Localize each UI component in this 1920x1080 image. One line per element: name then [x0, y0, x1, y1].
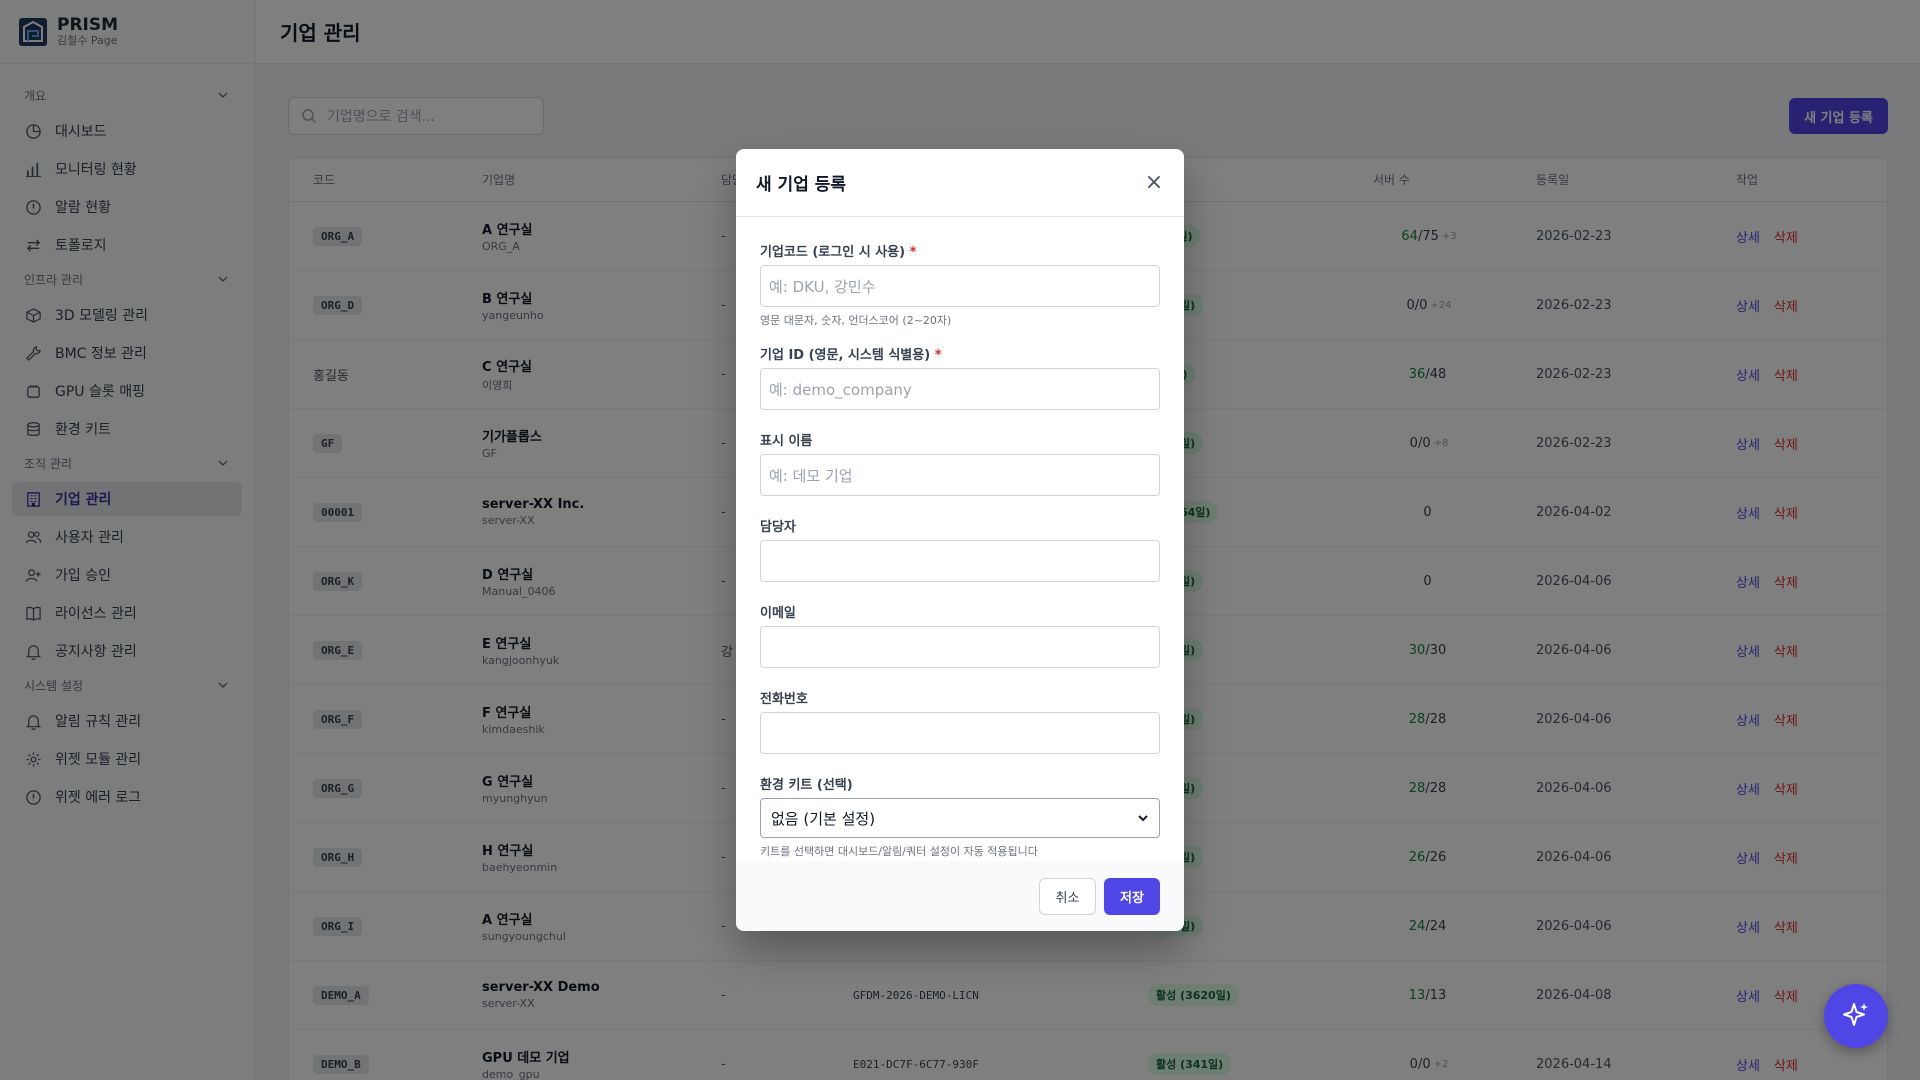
env-kit-select[interactable]: 없음 (기본 설정) [760, 798, 1160, 838]
company-code-hint: 영문 대문자, 숫자, 언더스코어 (2~20자) [760, 314, 952, 327]
id-label: 기업 ID (영문, 시스템 식별용) [760, 348, 931, 363]
env-kit-hint: 키트를 선택하면 대시보드/알림/쿼터 설정이 자동 적용됩니다 [760, 845, 1038, 858]
field-email: 이메일 [760, 602, 1160, 668]
code-label: 기업코드 (로그인 시 사용) [760, 245, 906, 260]
field-company-id: 기업 ID (영문, 시스템 식별용) * 예: demo_company [760, 344, 1160, 410]
required-mark: * [934, 348, 942, 363]
company-code-input[interactable]: 예: DKU, 강민수 [760, 265, 1160, 307]
company-code-placeholder: 예: DKU, 강민수 [769, 277, 876, 296]
phone-input[interactable] [760, 712, 1160, 754]
modal-footer: 취소 저장 [736, 861, 1184, 931]
sparkle-icon [1843, 1003, 1868, 1026]
display-name-label: 표시 이름 [760, 434, 813, 449]
manager-input[interactable] [760, 540, 1160, 582]
cancel-button[interactable]: 취소 [1039, 877, 1096, 915]
field-company-code: 기업코드 (로그인 시 사용) * 예: DKU, 강민수 영문 대문자, 숫자… [760, 241, 1160, 328]
field-phone: 전화번호 [760, 688, 1160, 754]
manager-label: 담당자 [760, 520, 796, 535]
field-env-kit: 환경 키트 (선택) 없음 (기본 설정) 키트를 선택하면 대시보드/알림/쿼… [760, 774, 1160, 859]
close-icon[interactable]: × [1144, 170, 1164, 195]
display-name-input[interactable]: 예: 데모 기업 [760, 454, 1160, 496]
env-kit-value: 없음 (기본 설정) [771, 809, 876, 828]
company-id-input[interactable]: 예: demo_company [760, 368, 1160, 410]
required-mark: * [909, 245, 917, 260]
save-button[interactable]: 저장 [1104, 877, 1160, 915]
modal-header: 새 기업 등록 × [736, 149, 1184, 217]
new-company-modal: 새 기업 등록 × 기업코드 (로그인 시 사용) * 예: DKU, 강민수 … [736, 149, 1184, 931]
modal-title: 새 기업 등록 [756, 175, 847, 195]
env-kit-label: 환경 키트 (선택) [760, 778, 853, 793]
phone-label: 전화번호 [760, 692, 808, 707]
modal-body: 기업코드 (로그인 시 사용) * 예: DKU, 강민수 영문 대문자, 숫자… [736, 217, 1184, 859]
field-manager: 담당자 [760, 516, 1160, 582]
chevron-down-icon [1138, 815, 1148, 822]
email-label: 이메일 [760, 606, 796, 621]
ai-assistant-button[interactable] [1824, 984, 1888, 1048]
company-id-placeholder: 예: demo_company [769, 380, 912, 399]
display-name-placeholder: 예: 데모 기업 [769, 466, 853, 485]
email-input[interactable] [760, 626, 1160, 668]
field-display-name: 표시 이름 예: 데모 기업 [760, 430, 1160, 496]
